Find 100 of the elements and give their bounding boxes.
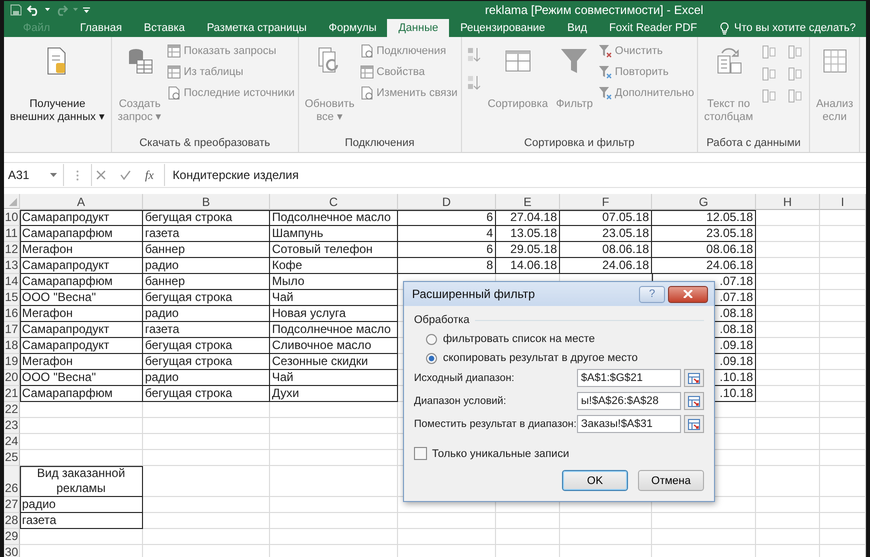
row-header[interactable]: 18 <box>4 338 20 354</box>
tell-me-search[interactable]: Что вы хотите сделать? <box>720 19 856 37</box>
empty-cell[interactable] <box>270 513 398 529</box>
empty-cell[interactable] <box>270 497 398 513</box>
ribbon-tab[interactable]: Главная <box>69 19 133 37</box>
ribbon-tab[interactable]: Вид <box>556 19 598 37</box>
column-header[interactable]: E <box>496 194 560 210</box>
column-header[interactable]: C <box>270 194 398 210</box>
empty-cell[interactable] <box>270 434 398 450</box>
empty-cell[interactable] <box>756 242 820 258</box>
column-header[interactable]: F <box>560 194 652 210</box>
row-header[interactable]: 15 <box>4 290 20 306</box>
empty-cell[interactable] <box>820 370 866 386</box>
empty-cell[interactable] <box>820 242 866 258</box>
empty-cell[interactable] <box>496 513 560 529</box>
empty-cell[interactable] <box>270 402 398 418</box>
checkbox[interactable] <box>414 447 427 460</box>
column-header[interactable]: G <box>652 194 756 210</box>
empty-cell[interactable] <box>143 529 270 545</box>
empty-cell[interactable] <box>820 418 866 434</box>
empty-cell[interactable] <box>398 513 496 529</box>
row-header[interactable]: 22 <box>4 402 20 418</box>
row-header[interactable]: 14 <box>4 274 20 290</box>
empty-cell[interactable] <box>756 418 820 434</box>
row-header[interactable]: 13 <box>4 258 20 274</box>
empty-cell[interactable] <box>756 258 820 274</box>
close-button[interactable] <box>668 286 708 302</box>
name-box[interactable]: A31 <box>4 164 64 186</box>
empty-cell[interactable] <box>756 466 820 497</box>
empty-cell[interactable] <box>820 290 866 306</box>
column-header[interactable]: I <box>820 194 866 210</box>
ribbon-tab[interactable]: Формулы <box>318 19 388 37</box>
dialog-button[interactable]: OK <box>562 470 628 491</box>
row-header[interactable]: 20 <box>4 370 20 386</box>
empty-cell[interactable] <box>756 497 820 513</box>
ribbon-tab[interactable]: Данные <box>387 19 450 37</box>
empty-cell[interactable] <box>756 354 820 370</box>
ribbon-tab[interactable]: Foxit Reader PDF <box>598 19 708 37</box>
dialog-button[interactable]: Отмена <box>638 470 704 491</box>
row-header[interactable]: 11 <box>4 226 20 242</box>
empty-cell[interactable] <box>143 497 270 513</box>
empty-cell[interactable] <box>756 290 820 306</box>
empty-cell[interactable] <box>496 529 560 545</box>
empty-cell[interactable] <box>820 466 866 497</box>
empty-cell[interactable] <box>143 466 270 497</box>
save-icon[interactable] <box>10 4 22 16</box>
empty-cell[interactable] <box>820 386 866 402</box>
option-label[interactable]: скопировать результат в другое место <box>443 352 638 364</box>
empty-cell[interactable] <box>820 402 866 418</box>
column-header[interactable]: H <box>756 194 820 210</box>
empty-cell[interactable] <box>756 513 820 529</box>
empty-cell[interactable] <box>820 210 866 226</box>
empty-cell[interactable] <box>756 450 820 466</box>
empty-cell[interactable] <box>756 338 820 354</box>
empty-cell[interactable] <box>756 210 820 226</box>
customize-icon[interactable] <box>83 6 90 14</box>
empty-cell[interactable] <box>652 513 756 529</box>
ribbon-tab[interactable]: Рецензирование <box>449 19 556 37</box>
empty-cell[interactable] <box>820 338 866 354</box>
ribbon-tab[interactable]: Вставка <box>132 19 196 37</box>
column-header[interactable]: A <box>20 194 143 210</box>
row-header[interactable]: 29 <box>4 529 20 545</box>
select-all-icon[interactable] <box>9 198 17 206</box>
empty-cell[interactable] <box>820 322 866 338</box>
insert-function-button[interactable]: fx <box>145 168 154 182</box>
empty-cell[interactable] <box>820 497 866 513</box>
range-picker-button[interactable] <box>684 415 704 433</box>
empty-cell[interactable] <box>270 529 398 545</box>
option-label[interactable]: фильтровать список на месте <box>443 333 595 345</box>
empty-cell[interactable] <box>820 306 866 322</box>
empty-cell[interactable] <box>143 434 270 450</box>
redo-icon[interactable] <box>55 4 68 16</box>
ribbon-tab[interactable]: Разметка страницы <box>196 19 318 37</box>
row-header[interactable]: 19 <box>4 354 20 370</box>
empty-cell[interactable] <box>560 529 652 545</box>
empty-cell[interactable] <box>560 513 652 529</box>
checkmark-icon[interactable] <box>120 170 131 180</box>
empty-cell[interactable] <box>270 418 398 434</box>
range-field[interactable]: $A$1:$G$21 <box>577 369 681 387</box>
range-picker-button[interactable] <box>684 392 704 410</box>
empty-cell[interactable] <box>820 529 866 545</box>
empty-cell[interactable] <box>143 513 270 529</box>
ribbon-button[interactable]: Получение внешних данных ▾ <box>7 41 108 126</box>
formula-field[interactable]: Кондитерские изделия <box>164 164 866 186</box>
empty-cell[interactable] <box>652 529 756 545</box>
empty-cell[interactable] <box>820 354 866 370</box>
row-header[interactable]: 28 <box>4 513 20 529</box>
cancel-icon[interactable] <box>96 170 106 180</box>
column-header[interactable]: B <box>143 194 270 210</box>
checkbox-label[interactable]: Только уникальные записи <box>432 448 570 460</box>
row-header[interactable]: 10 <box>4 210 20 226</box>
empty-cell[interactable] <box>756 274 820 290</box>
empty-cell[interactable] <box>820 274 866 290</box>
empty-cell[interactable] <box>820 258 866 274</box>
column-header[interactable]: D <box>398 194 496 210</box>
empty-cell[interactable] <box>756 434 820 450</box>
empty-cell[interactable] <box>270 466 398 497</box>
empty-cell[interactable] <box>143 402 270 418</box>
empty-cell[interactable] <box>820 434 866 450</box>
empty-cell[interactable] <box>756 529 820 545</box>
